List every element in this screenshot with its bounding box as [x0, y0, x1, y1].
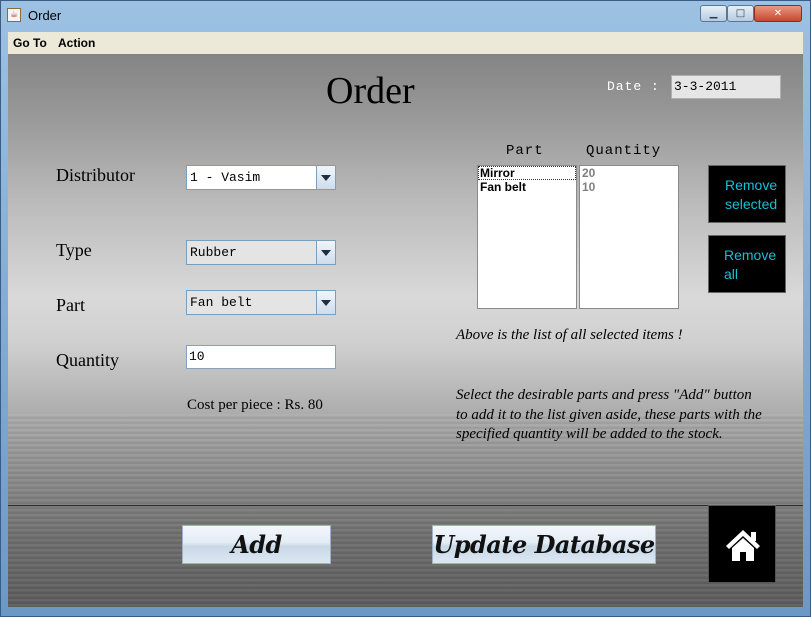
quantity-input[interactable]: 10: [186, 345, 336, 369]
divider: [8, 505, 803, 506]
quantity-list[interactable]: 20 10: [579, 165, 679, 309]
distributor-label: Distributor: [56, 165, 135, 185]
type-select[interactable]: Rubber: [186, 240, 336, 265]
maximize-button[interactable]: □: [727, 5, 754, 22]
close-button[interactable]: ✕: [754, 5, 802, 22]
distributor-select[interactable]: 1 - Vasim: [186, 165, 336, 190]
remove-selected-line2: selected: [725, 196, 778, 212]
part-select[interactable]: Fan belt: [186, 290, 336, 315]
remove-all-line1: Remove: [724, 247, 777, 263]
window-title: Order: [28, 8, 62, 23]
menu-action[interactable]: Action: [58, 36, 95, 50]
instruction-text: Select the desirable parts and press "Ad…: [456, 387, 762, 442]
part-label: Part: [56, 295, 85, 315]
chevron-down-icon[interactable]: [316, 291, 335, 314]
type-label: Type: [56, 240, 92, 260]
app-window: ☕ Order ▁ □ ✕ Go To Action Order Date : …: [0, 0, 811, 617]
list-item[interactable]: 20: [580, 166, 678, 180]
list-note: Above is the list of all selected items …: [456, 327, 683, 343]
remove-all-line2: all: [724, 266, 739, 282]
part-value: Fan belt: [190, 295, 253, 310]
title-bar[interactable]: ☕ Order ▁ □ ✕: [1, 1, 811, 31]
remove-selected-line1: Remove: [725, 177, 778, 193]
java-cup-icon: ☕: [7, 8, 21, 22]
list-item[interactable]: Mirror: [478, 166, 576, 180]
distributor-value: 1 - Vasim: [190, 170, 261, 185]
date-label: Date :: [607, 79, 660, 94]
update-database-label: Update Database: [433, 530, 655, 559]
part-column-header: Part: [506, 143, 544, 159]
chevron-down-icon[interactable]: [316, 166, 335, 189]
update-database-button[interactable]: Update Database: [432, 525, 656, 564]
remove-all-button[interactable]: Remove all: [708, 235, 786, 293]
type-value: Rubber: [190, 245, 237, 260]
date-field[interactable]: 3-3-2011: [671, 75, 781, 99]
add-button-label: Add: [231, 530, 282, 559]
minimize-button[interactable]: ▁: [700, 5, 727, 22]
part-list[interactable]: Mirror Fan belt: [477, 165, 577, 309]
menu-bar: Go To Action: [8, 32, 803, 55]
add-button[interactable]: Add: [182, 525, 331, 564]
quantity-column-header: Quantity: [586, 143, 662, 159]
home-icon: [726, 530, 760, 561]
chevron-down-icon[interactable]: [316, 241, 335, 264]
order-panel: Order Date : 3-3-2011 Distributor 1 - Va…: [8, 54, 803, 607]
quantity-label: Quantity: [56, 350, 119, 370]
page-title: Order: [326, 70, 415, 112]
remove-selected-button[interactable]: Remove selected: [708, 165, 786, 223]
home-button[interactable]: [708, 505, 776, 583]
list-item[interactable]: Fan belt: [478, 180, 576, 194]
list-item[interactable]: 10: [580, 180, 678, 194]
menu-goto[interactable]: Go To: [13, 36, 47, 50]
cost-per-piece: Cost per piece : Rs. 80: [187, 397, 323, 413]
